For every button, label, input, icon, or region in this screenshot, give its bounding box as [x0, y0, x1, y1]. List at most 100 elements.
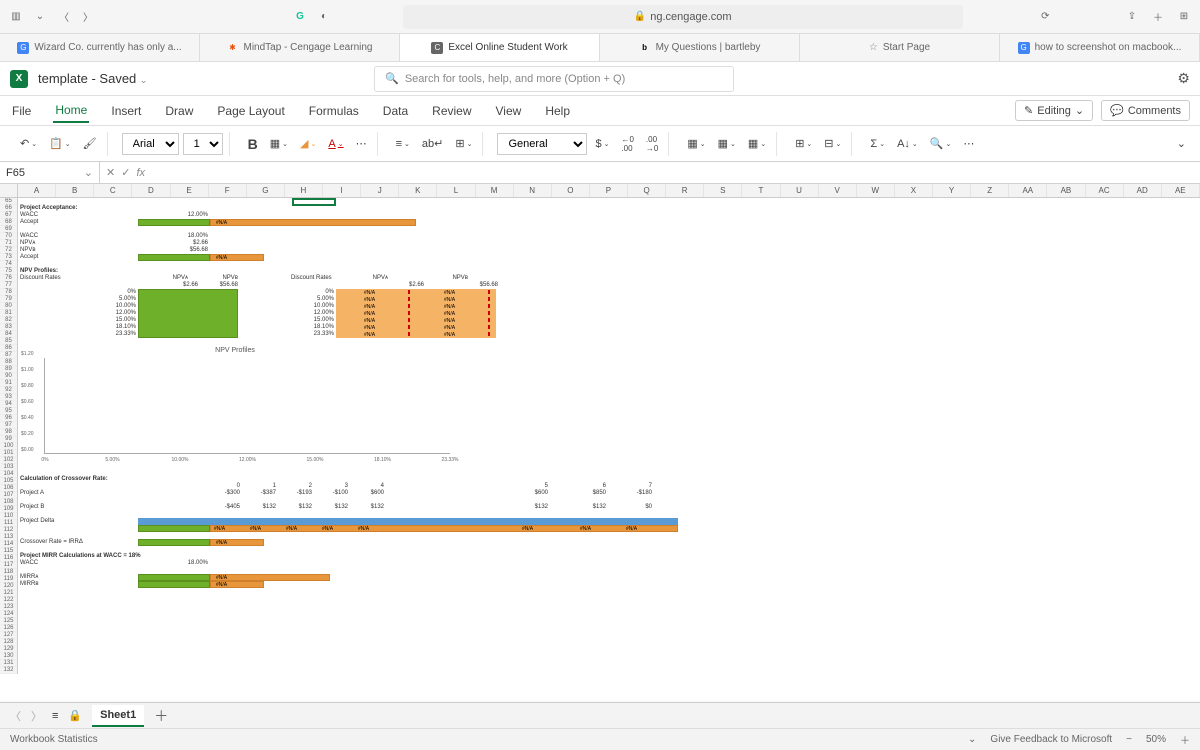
row-header[interactable]: 70 — [0, 233, 17, 240]
row-header[interactable]: 83 — [0, 324, 17, 331]
row-header[interactable]: 87 — [0, 352, 17, 359]
column-header[interactable]: W — [857, 184, 895, 197]
row-header[interactable]: 101 — [0, 450, 17, 457]
font-color-button[interactable]: A⌄ — [324, 136, 347, 152]
row-header[interactable]: 112 — [0, 527, 17, 534]
row-header[interactable]: 71 — [0, 240, 17, 247]
row-header[interactable]: 119 — [0, 576, 17, 583]
row-header[interactable]: 127 — [0, 632, 17, 639]
row-header[interactable]: 123 — [0, 604, 17, 611]
row-header[interactable]: 65 — [0, 198, 17, 205]
menu-formulas[interactable]: Formulas — [307, 100, 361, 122]
row-header[interactable]: 91 — [0, 380, 17, 387]
row-header[interactable]: 72 — [0, 247, 17, 254]
align-button[interactable]: ≡⌄ — [392, 136, 414, 152]
decrease-decimal-button[interactable]: ←0.00 — [617, 133, 637, 155]
row-header[interactable]: 96 — [0, 415, 17, 422]
column-header[interactable]: F — [209, 184, 247, 197]
row-header[interactable]: 81 — [0, 310, 17, 317]
workbook-stats-button[interactable]: Workbook Statistics — [10, 734, 98, 745]
row-header[interactable]: 121 — [0, 590, 17, 597]
row-header[interactable]: 100 — [0, 443, 17, 450]
row-header[interactable]: 69 — [0, 226, 17, 233]
editing-mode-button[interactable]: ✎Editing⌄ — [1015, 100, 1093, 121]
gear-icon[interactable]: ⚙ — [1177, 70, 1190, 87]
browser-tab-3[interactable]: bMy Questions | bartleby — [600, 34, 800, 61]
merge-button[interactable]: ⊞⌄ — [451, 135, 476, 152]
reload-icon[interactable]: ⟳ — [1037, 9, 1053, 25]
column-header[interactable]: K — [399, 184, 437, 197]
row-header[interactable]: 126 — [0, 625, 17, 632]
browser-tab-1[interactable]: ✱MindTap - Cengage Learning — [200, 34, 400, 61]
row-header[interactable]: 116 — [0, 555, 17, 562]
row-header[interactable]: 98 — [0, 429, 17, 436]
sheet-tab-1[interactable]: Sheet1 — [92, 705, 144, 727]
row-header[interactable]: 105 — [0, 478, 17, 485]
row-header[interactable]: 108 — [0, 499, 17, 506]
spreadsheet-grid[interactable]: 6566676869707172737475767778798081828384… — [0, 198, 1200, 700]
column-header[interactable]: E — [171, 184, 209, 197]
more-ribbon-button[interactable]: ⋯ — [959, 135, 978, 152]
browser-tab-2[interactable]: CExcel Online Student Work — [400, 34, 600, 61]
row-header[interactable]: 118 — [0, 569, 17, 576]
wrap-text-button[interactable]: ab↵ — [418, 135, 447, 152]
prev-sheet-icon[interactable]: 〈 — [10, 708, 21, 724]
row-header[interactable]: 117 — [0, 562, 17, 569]
column-header[interactable]: T — [742, 184, 780, 197]
find-button[interactable]: 🔍⌄ — [926, 135, 956, 152]
column-header[interactable]: AC — [1086, 184, 1124, 197]
menu-help[interactable]: Help — [543, 100, 572, 122]
sort-filter-button[interactable]: A↓⌄ — [893, 136, 922, 152]
row-header[interactable]: 76 — [0, 275, 17, 282]
font-family-select[interactable]: Arial — [122, 133, 179, 155]
menu-data[interactable]: Data — [381, 100, 410, 122]
format-painter-button[interactable]: 🖌 — [79, 135, 101, 152]
row-header[interactable]: 102 — [0, 457, 17, 464]
collapse-ribbon-icon[interactable]: ⌄ — [1173, 135, 1190, 152]
column-header[interactable]: AE — [1162, 184, 1200, 197]
row-header[interactable]: 110 — [0, 513, 17, 520]
row-header[interactable]: 90 — [0, 373, 17, 380]
url-bar[interactable]: 🔒 ng.cengage.com — [403, 5, 963, 29]
row-header[interactable]: 88 — [0, 359, 17, 366]
column-header[interactable]: H — [285, 184, 323, 197]
menu-draw[interactable]: Draw — [163, 100, 195, 122]
menu-home[interactable]: Home — [53, 99, 89, 123]
zoom-out-icon[interactable]: − — [1126, 734, 1132, 745]
column-header[interactable]: P — [590, 184, 628, 197]
column-header[interactable]: I — [323, 184, 361, 197]
row-header[interactable]: 107 — [0, 492, 17, 499]
undo-button[interactable]: ↶⌄ — [16, 135, 41, 152]
column-header[interactable]: Y — [933, 184, 971, 197]
row-header[interactable]: 85 — [0, 338, 17, 345]
accept-formula-icon[interactable]: ✓ — [121, 166, 130, 179]
shield-icon[interactable]: ◐ — [316, 9, 332, 25]
column-header[interactable]: Z — [971, 184, 1009, 197]
column-header[interactable]: B — [56, 184, 94, 197]
column-header[interactable]: V — [819, 184, 857, 197]
row-header[interactable]: 115 — [0, 548, 17, 555]
column-header[interactable]: L — [437, 184, 475, 197]
column-header[interactable]: M — [476, 184, 514, 197]
menu-view[interactable]: View — [494, 100, 524, 122]
row-header[interactable]: 93 — [0, 394, 17, 401]
row-header[interactable]: 129 — [0, 646, 17, 653]
zoom-in-icon[interactable]: ＋ — [1180, 732, 1190, 747]
row-header[interactable]: 84 — [0, 331, 17, 338]
grammarly-icon[interactable]: G — [292, 9, 308, 25]
status-dropdown-icon[interactable]: ⌄ — [968, 734, 976, 745]
menu-review[interactable]: Review — [430, 100, 473, 122]
row-header[interactable]: 94 — [0, 401, 17, 408]
row-header[interactable]: 86 — [0, 345, 17, 352]
sidebar-icon[interactable]: ▥ — [8, 9, 24, 25]
column-header[interactable]: AB — [1047, 184, 1085, 197]
selected-cell[interactable] — [292, 198, 336, 206]
row-header[interactable]: 74 — [0, 261, 17, 268]
increase-decimal-button[interactable]: .00→0 — [642, 133, 662, 155]
row-header[interactable]: 89 — [0, 366, 17, 373]
feedback-link[interactable]: Give Feedback to Microsoft — [990, 734, 1112, 745]
row-header[interactable]: 109 — [0, 506, 17, 513]
column-header[interactable]: R — [666, 184, 704, 197]
column-header[interactable]: N — [514, 184, 552, 197]
row-header[interactable]: 125 — [0, 618, 17, 625]
